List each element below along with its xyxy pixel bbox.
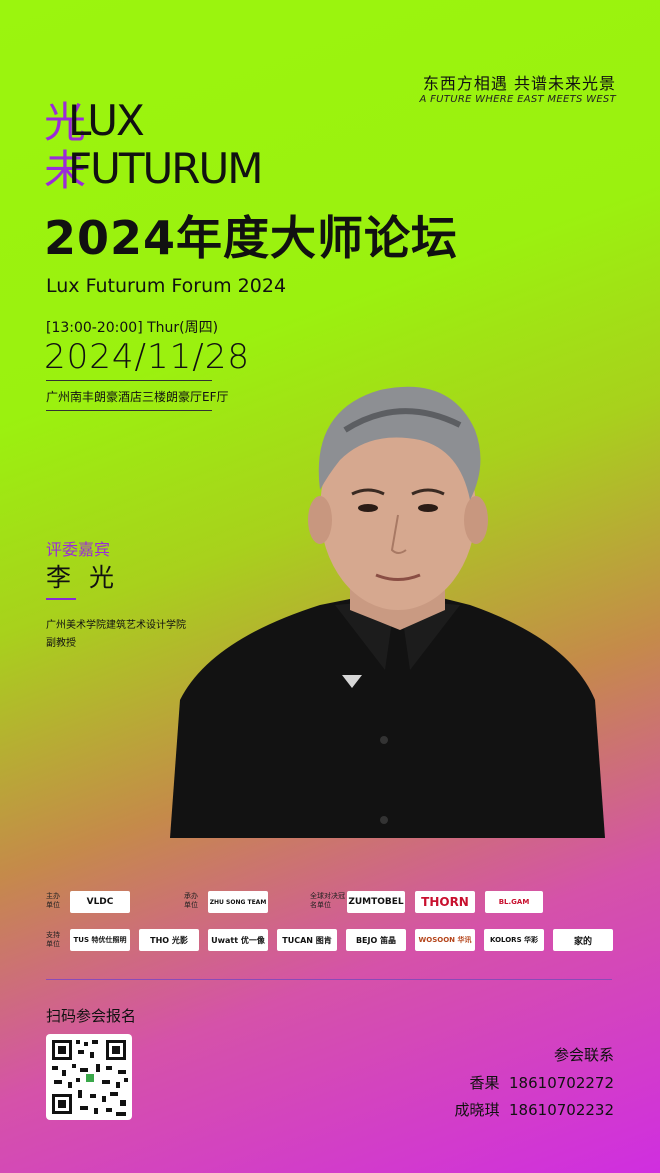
section-divider (46, 979, 612, 980)
support-label: 支持单位 (46, 931, 60, 948)
lux-futurum-logo: 光 LUX 未 FUTURUM (44, 96, 276, 196)
page-title: 2024年度大师论坛 (44, 211, 459, 265)
sponsor-logo-tho: THO 光影 (139, 929, 199, 951)
contact-name: 成晓琪 (454, 1101, 500, 1119)
sponsor-logo-wosoon: WOSOON 华讯 (415, 929, 475, 951)
sponsor-logo-zumtobel: ZUMTOBEL (347, 891, 405, 913)
logo-line-lux: LUX (68, 96, 145, 145)
global-label: 全球对决冠名单位 (310, 892, 345, 909)
speaker-portrait (170, 386, 605, 838)
tagline-chinese: 东西方相遇 共谱未来光景 (422, 74, 616, 93)
sponsor-logo-thorn: THORN (415, 891, 475, 913)
organizer-label: 承办单位 (184, 892, 198, 909)
qr-code-icon (52, 1040, 128, 1116)
forum-poster: 东西方相遇 共谱未来光景 A FUTURE WHERE EAST MEETS W… (0, 0, 660, 1173)
sponsor-logo-tus: TUS 特优仕照明 (70, 929, 130, 951)
tagline-english: A FUTURE WHERE EAST MEETS WEST (419, 94, 616, 105)
host-label: 主办单位 (46, 892, 60, 909)
sponsor-logo-uwatt: Uwatt 优一像 (208, 929, 268, 951)
sponsor-logo-bejo: BEJO 笛晶 (346, 929, 406, 951)
contact-row: 成晓琪 18610702232 (454, 1099, 614, 1120)
sponsor-logo-kolors: KOLORS 华彩 (484, 929, 544, 951)
speaker-role: 评委嘉宾 (46, 540, 111, 559)
sponsor-logo-tucan: TUCAN 图肯 (277, 929, 337, 951)
event-subtitle: Lux Futurum Forum 2024 (46, 275, 287, 297)
logo-line-futurum: FUTURUM (68, 144, 263, 193)
contact-phone[interactable]: 18610702232 (509, 1101, 614, 1119)
contact-row: 香果 18610702272 (469, 1072, 614, 1093)
registration-qr-code[interactable] (46, 1034, 132, 1120)
sponsor-logo-vldc: VLDC (70, 891, 130, 913)
sponsor-section: 主办单位 VLDC 承办单位 ZHU SONG TEAM 全球对决冠名单位 ZU… (0, 836, 660, 951)
sponsor-logo-zhu-song-team: ZHU SONG TEAM (208, 891, 268, 913)
contact-name: 香果 (469, 1074, 500, 1092)
contact-phone[interactable]: 18610702272 (509, 1074, 614, 1092)
event-time: [13:00-20:00] Thur(周四) (46, 320, 219, 336)
name-underline (46, 598, 76, 600)
registration-label: 扫码参会报名 (46, 1007, 137, 1025)
speaker-title: 副教授 (46, 638, 76, 649)
speaker-affiliation: 广州美术学院建筑艺术设计学院 (46, 620, 186, 631)
speaker-name: 李光 (46, 563, 133, 592)
sponsor-logo-jiade: 家的 (553, 929, 613, 951)
contact-title: 参会联系 (553, 1046, 614, 1064)
sponsor-logo-bl-gam: BL.GAM (485, 891, 543, 913)
